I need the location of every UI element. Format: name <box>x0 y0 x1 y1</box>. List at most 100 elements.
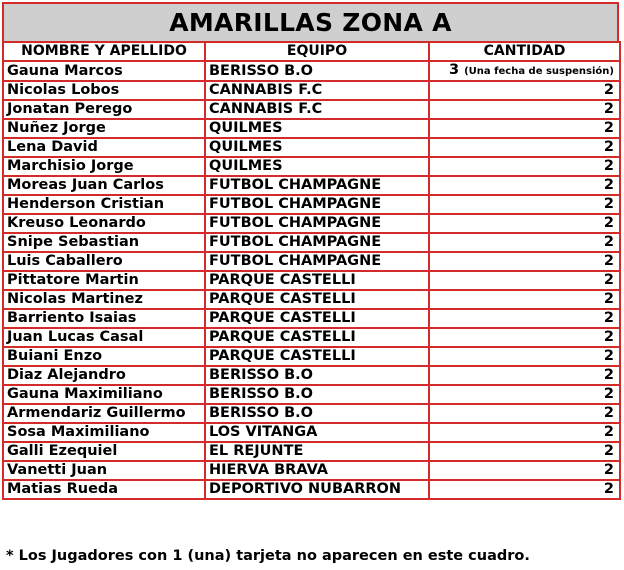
card-count-value: 2 <box>603 215 614 231</box>
player-name: Vanetti Juan <box>2 460 206 481</box>
card-count-value: 2 <box>603 234 614 250</box>
card-count: 2 <box>428 175 621 196</box>
table-row: Juan Lucas Casal PARQUE CASTELLI 2 <box>2 327 621 348</box>
team-name: DEPORTIVO NUBARRON <box>204 479 430 500</box>
team-name: QUILMES <box>204 137 430 158</box>
card-count: 2 <box>428 365 621 386</box>
player-name: Kreuso Leonardo <box>2 213 206 234</box>
team-name: FUTBOL CHAMPAGNE <box>204 232 430 253</box>
card-count: 2 <box>428 384 621 405</box>
team-name: PARQUE CASTELLI <box>204 327 430 348</box>
card-count: 2 <box>428 422 621 443</box>
header-team: EQUIPO <box>204 41 430 62</box>
table-row: Luis Caballero FUTBOL CHAMPAGNE 2 <box>2 251 621 272</box>
team-name: EL REJUNTE <box>204 441 430 462</box>
yellow-cards-table-frame: AMARILLAS ZONA A NOMBRE Y APELLIDO EQUIP… <box>2 2 621 500</box>
player-name: Buiani Enzo <box>2 346 206 367</box>
card-count-value: 2 <box>603 329 614 345</box>
table-row: Vanetti Juan HIERVA BRAVA 2 <box>2 460 621 481</box>
player-name: Marchisio Jorge <box>2 156 206 177</box>
player-name: Jonatan Perego <box>2 99 206 120</box>
player-name: Snipe Sebastian <box>2 232 206 253</box>
card-count-value: 2 <box>603 82 614 98</box>
team-name: PARQUE CASTELLI <box>204 289 430 310</box>
card-count: 2 <box>428 479 621 500</box>
team-name: PARQUE CASTELLI <box>204 346 430 367</box>
card-count: 2 <box>428 118 621 139</box>
team-name: FUTBOL CHAMPAGNE <box>204 213 430 234</box>
player-name: Nuñez Jorge <box>2 118 206 139</box>
player-name: Gauna Maximiliano <box>2 384 206 405</box>
team-name: CANNABIS F.C <box>204 99 430 120</box>
footnote: * Los Jugadores con 1 (una) tarjeta no a… <box>6 548 530 564</box>
team-name: FUTBOL CHAMPAGNE <box>204 251 430 272</box>
table-body: Gauna Marcos BERISSO B.O 3 (Una fecha de s… <box>2 60 621 500</box>
card-count: 2 <box>428 156 621 177</box>
table-row: Barriento Isaias PARQUE CASTELLI 2 <box>2 308 621 329</box>
card-count: 3 (Una fecha de suspensión) <box>428 60 621 82</box>
card-count: 2 <box>428 99 621 120</box>
team-name: BERISSO B.O <box>204 384 430 405</box>
card-count: 2 <box>428 346 621 367</box>
player-name: Galli Ezequiel <box>2 441 206 462</box>
card-count-value: 2 <box>603 139 614 155</box>
card-count-value: 2 <box>603 253 614 269</box>
card-count-value: 2 <box>603 158 614 174</box>
card-count: 2 <box>428 137 621 158</box>
team-name: BERISSO B.O <box>204 403 430 424</box>
player-name: Nicolas Martinez <box>2 289 206 310</box>
table-row: Galli Ezequiel EL REJUNTE 2 <box>2 441 621 462</box>
team-name: BERISSO B.O <box>204 365 430 386</box>
card-count: 2 <box>428 80 621 101</box>
yellow-cards-table: NOMBRE Y APELLIDO EQUIPO CANTIDAD Gauna … <box>2 41 621 500</box>
table-row: Kreuso Leonardo FUTBOL CHAMPAGNE 2 <box>2 213 621 234</box>
table-row: Pittatore Martin PARQUE CASTELLI 2 <box>2 270 621 291</box>
card-count-value: 2 <box>603 386 614 402</box>
table-row: Buiani Enzo PARQUE CASTELLI 2 <box>2 346 621 367</box>
table-row: Lena David QUILMES 2 <box>2 137 621 158</box>
card-count-value: 2 <box>603 348 614 364</box>
table-row: Henderson Cristian FUTBOL CHAMPAGNE 2 <box>2 194 621 215</box>
card-count-value: 2 <box>603 310 614 326</box>
player-name: Pittatore Martin <box>2 270 206 291</box>
card-count-value: 2 <box>603 481 614 497</box>
table-row: Snipe Sebastian FUTBOL CHAMPAGNE 2 <box>2 232 621 253</box>
player-name: Henderson Cristian <box>2 194 206 215</box>
table-row: Jonatan Perego CANNABIS F.C 2 <box>2 99 621 120</box>
player-name: Barriento Isaias <box>2 308 206 329</box>
table-row: Nicolas Martinez PARQUE CASTELLI 2 <box>2 289 621 310</box>
card-count-value: 2 <box>603 120 614 136</box>
table-row: Moreas Juan Carlos FUTBOL CHAMPAGNE 2 <box>2 175 621 196</box>
team-name: CANNABIS F.C <box>204 80 430 101</box>
table-row: Gauna Maximiliano BERISSO B.O 2 <box>2 384 621 405</box>
card-count-value: 2 <box>603 101 614 117</box>
team-name: PARQUE CASTELLI <box>204 308 430 329</box>
table-row: Nicolas Lobos CANNABIS F.C 2 <box>2 80 621 101</box>
team-name: LOS VITANGA <box>204 422 430 443</box>
team-name: FUTBOL CHAMPAGNE <box>204 175 430 196</box>
card-count: 2 <box>428 194 621 215</box>
card-count: 2 <box>428 441 621 462</box>
team-name: FUTBOL CHAMPAGNE <box>204 194 430 215</box>
player-name: Luis Caballero <box>2 251 206 272</box>
table-row: Gauna Marcos BERISSO B.O 3 (Una fecha de s… <box>2 60 621 82</box>
page-title: AMARILLAS ZONA A <box>2 2 619 41</box>
card-count-value: 2 <box>603 405 614 421</box>
player-name: Matias Rueda <box>2 479 206 500</box>
player-name: Juan Lucas Casal <box>2 327 206 348</box>
player-name: Diaz Alejandro <box>2 365 206 386</box>
table-row: Diaz Alejandro BERISSO B.O 2 <box>2 365 621 386</box>
card-count: 2 <box>428 232 621 253</box>
player-name: Armendariz Guillermo <box>2 403 206 424</box>
table-row: Marchisio Jorge QUILMES 2 <box>2 156 621 177</box>
card-count: 2 <box>428 403 621 424</box>
player-name: Sosa Maximiliano <box>2 422 206 443</box>
card-count-value: 2 <box>603 443 614 459</box>
team-name: PARQUE CASTELLI <box>204 270 430 291</box>
table-row: Matias Rueda DEPORTIVO NUBARRON 2 <box>2 479 621 500</box>
player-name: Moreas Juan Carlos <box>2 175 206 196</box>
player-name: Lena David <box>2 137 206 158</box>
team-name: HIERVA BRAVA <box>204 460 430 481</box>
card-count: 2 <box>428 270 621 291</box>
card-count-value: 2 <box>603 291 614 307</box>
